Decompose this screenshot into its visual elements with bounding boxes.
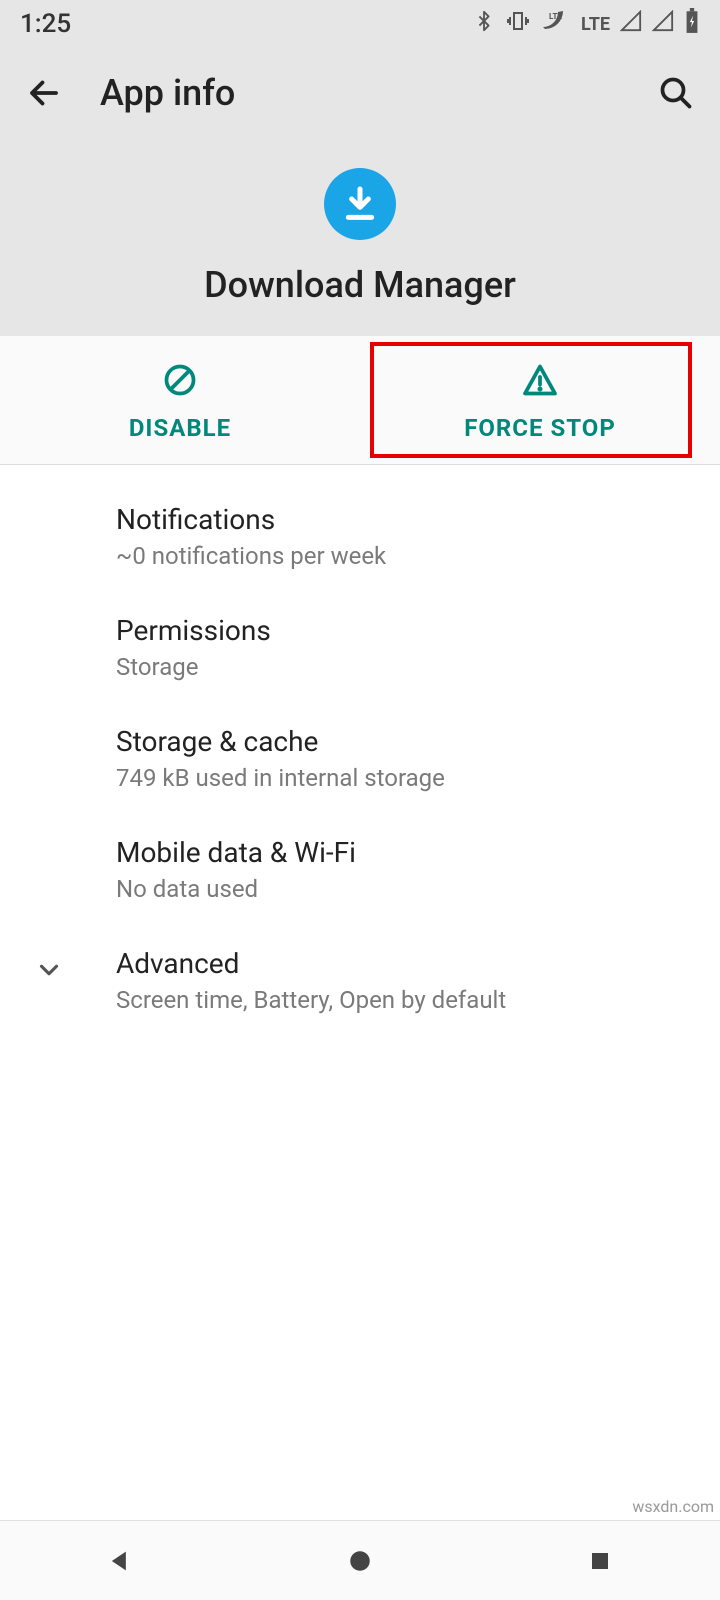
nav-back-button[interactable] — [80, 1537, 160, 1585]
signal-2-icon — [652, 9, 674, 39]
download-icon — [340, 184, 380, 224]
battery-charging-icon — [684, 8, 700, 41]
setting-data[interactable]: Mobile data & Wi-Fi No data used — [0, 814, 720, 925]
arrow-back-icon — [26, 75, 62, 111]
app-name: Download Manager — [204, 264, 516, 306]
lte-text: LTE — [581, 14, 610, 35]
nav-recent-button[interactable] — [560, 1537, 640, 1585]
volte-icon: LTE — [541, 9, 571, 40]
setting-subtitle: Storage — [116, 653, 690, 681]
bluetooth-icon — [473, 7, 495, 42]
disable-icon — [162, 362, 198, 402]
setting-notifications[interactable]: Notifications ~0 notifications per week — [0, 481, 720, 592]
page-title: App info — [100, 72, 652, 114]
setting-advanced[interactable]: Advanced Screen time, Battery, Open by d… — [0, 925, 720, 1036]
square-recent-icon — [588, 1549, 612, 1573]
nav-home-button[interactable] — [320, 1537, 400, 1585]
search-button[interactable] — [652, 69, 700, 117]
signal-1-icon — [620, 9, 642, 39]
status-icons: LTE LTE — [473, 7, 700, 42]
back-button[interactable] — [20, 69, 68, 117]
vibrate-icon — [505, 9, 531, 40]
setting-title: Mobile data & Wi-Fi — [116, 836, 690, 869]
circle-home-icon — [347, 1548, 373, 1574]
setting-permissions[interactable]: Permissions Storage — [0, 592, 720, 703]
setting-storage[interactable]: Storage & cache 749 kB used in internal … — [0, 703, 720, 814]
disable-label: DISABLE — [129, 414, 231, 442]
app-icon — [324, 168, 396, 240]
setting-title: Storage & cache — [116, 725, 690, 758]
force-stop-button[interactable]: FORCE STOP — [360, 336, 720, 464]
watermark: wsxdn.com — [632, 1497, 714, 1516]
setting-title: Notifications — [116, 503, 690, 536]
header-region: App info Download Manager — [0, 48, 720, 336]
setting-subtitle: No data used — [116, 875, 690, 903]
toolbar: App info — [0, 48, 720, 138]
warning-icon — [521, 362, 559, 402]
setting-title: Permissions — [116, 614, 690, 647]
setting-title: Advanced — [116, 947, 690, 980]
navigation-bar — [0, 1520, 720, 1600]
setting-subtitle: ~0 notifications per week — [116, 542, 690, 570]
settings-list: Notifications ~0 notifications per week … — [0, 465, 720, 1520]
status-bar: 1:25 LTE LTE — [0, 0, 720, 48]
search-icon — [658, 75, 694, 111]
svg-text:LTE: LTE — [549, 12, 562, 21]
app-hero: Download Manager — [0, 138, 720, 306]
chevron-down-icon — [34, 955, 64, 989]
status-time: 1:25 — [20, 9, 71, 39]
action-row: DISABLE FORCE STOP — [0, 336, 720, 465]
setting-subtitle: Screen time, Battery, Open by default — [116, 986, 690, 1014]
setting-subtitle: 749 kB used in internal storage — [116, 764, 690, 792]
force-stop-label: FORCE STOP — [464, 414, 616, 442]
disable-button[interactable]: DISABLE — [0, 336, 360, 464]
triangle-back-icon — [106, 1547, 134, 1575]
